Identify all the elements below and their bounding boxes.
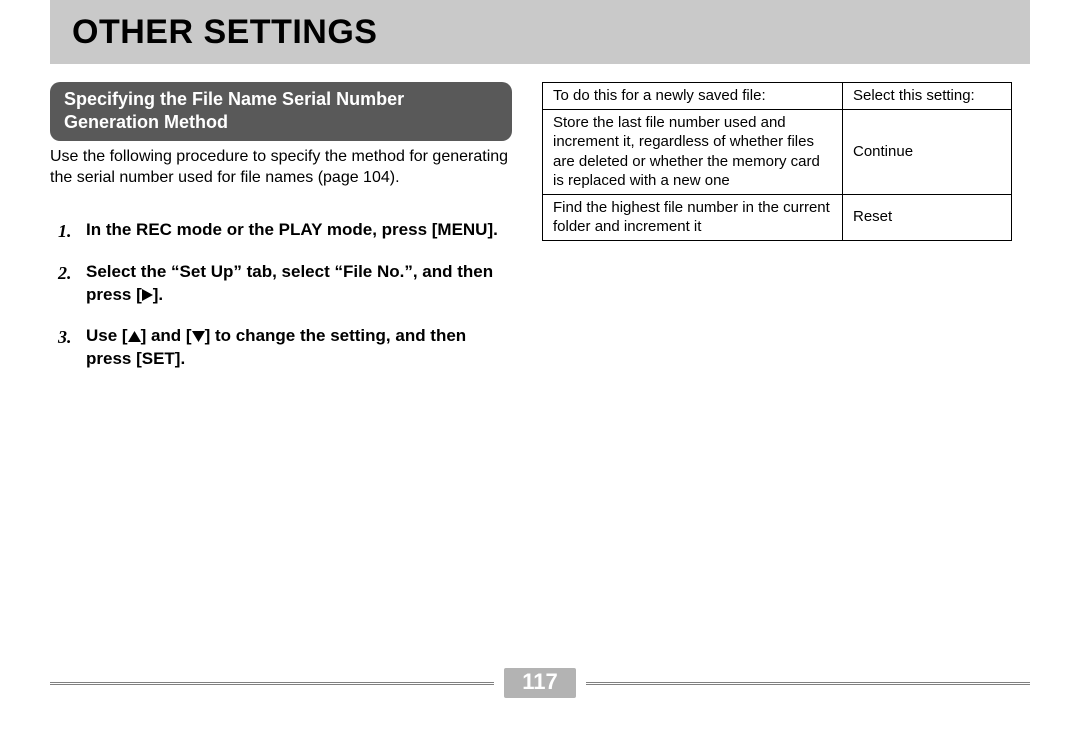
section-heading: Specifying the File Name Serial Number G…	[50, 82, 512, 141]
table-cell: Reset	[843, 194, 1012, 240]
right-triangle-icon	[142, 289, 153, 301]
table-cell: Find the highest file number in the curr…	[543, 194, 843, 240]
step-item: Use [] and [] to change the setting, and…	[58, 325, 512, 371]
table-row: Store the last file number used and incr…	[543, 109, 1012, 194]
table-header-cell: Select this setting:	[843, 83, 1012, 110]
left-column: Specifying the File Name Serial Number G…	[50, 82, 512, 389]
table-header-row: To do this for a newly saved file: Selec…	[543, 83, 1012, 110]
page-footer: 117	[50, 668, 1030, 698]
steps-list: In the REC mode or the PLAY mode, press …	[50, 219, 512, 371]
table-cell: Store the last file number used and incr…	[543, 109, 843, 194]
page-number: 117	[504, 668, 576, 698]
table-header-cell: To do this for a newly saved file:	[543, 83, 843, 110]
content-area: Specifying the File Name Serial Number G…	[50, 82, 1030, 389]
settings-table: To do this for a newly saved file: Selec…	[542, 82, 1012, 241]
page-title: OTHER SETTINGS	[72, 13, 377, 52]
table-cell: Continue	[843, 109, 1012, 194]
step-item: In the REC mode or the PLAY mode, press …	[58, 219, 512, 243]
page-header: OTHER SETTINGS	[50, 0, 1030, 64]
section-intro: Use the following procedure to specify t…	[50, 147, 512, 189]
right-column: To do this for a newly saved file: Selec…	[542, 82, 1012, 389]
footer-rule	[50, 682, 494, 685]
step-text: In the REC mode or the PLAY mode, press …	[86, 219, 512, 243]
step-text: Select the “Set Up” tab, select “File No…	[86, 261, 512, 307]
up-triangle-icon	[128, 331, 141, 342]
down-triangle-icon	[192, 331, 205, 342]
table-row: Find the highest file number in the curr…	[543, 194, 1012, 240]
step-item: Select the “Set Up” tab, select “File No…	[58, 261, 512, 307]
footer-rule	[586, 682, 1030, 685]
step-text: Use [] and [] to change the setting, and…	[86, 325, 512, 371]
